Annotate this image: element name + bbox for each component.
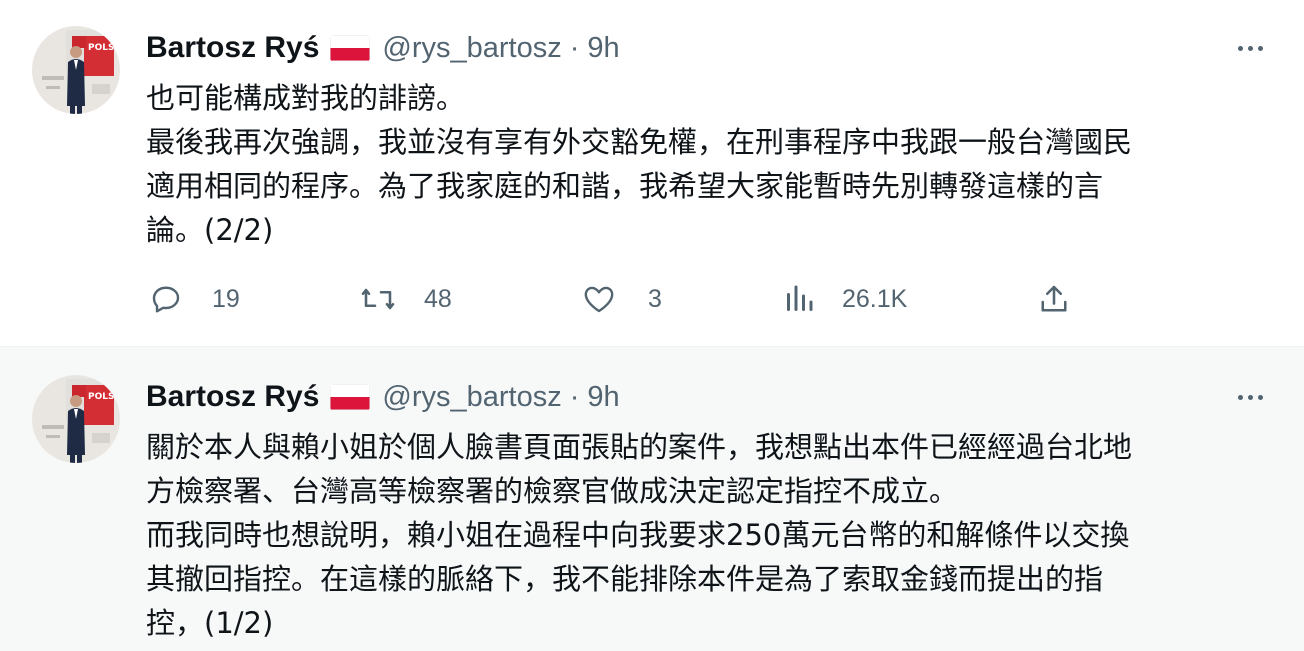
retweet-count: 48 <box>424 284 452 313</box>
tweet-text: 也可能構成對我的誹謗。 最後我再次強調，我並沒有享有外交豁免權，在刑事程序中我跟… <box>146 76 1276 252</box>
more-icon[interactable] <box>1228 28 1272 68</box>
author-name[interactable]: Bartosz Ryś <box>146 31 319 65</box>
views-button[interactable]: 26.1K <box>784 278 907 320</box>
retweet-icon <box>361 288 395 310</box>
poland-flag-icon <box>330 384 371 410</box>
views-count: 26.1K <box>842 284 908 313</box>
svg-text:POLS: POLS <box>88 43 114 53</box>
timestamp[interactable]: 9h <box>587 32 619 65</box>
share-icon <box>1041 285 1067 312</box>
separator-dot: · <box>569 31 580 64</box>
tweet-text-line: 其撤回指控。在這樣的脈絡下，我不能排除本件是為了索取金錢而提出的指 <box>146 562 1104 596</box>
tweet-text-line: 也可能構成對我的誹謗。 <box>146 81 466 115</box>
like-count: 3 <box>648 284 662 313</box>
avatar[interactable]: POLS <box>32 375 120 463</box>
action-bar: 19 48 3 26.1K <box>146 278 1146 320</box>
tweet[interactable]: POLS Bartosz Ryś @rys_bartosz · 9h 關於本人與… <box>0 347 1304 651</box>
tweet-text-line: 而我同時也想說明，賴小姐在過程中向我要求250萬元台幣的和解條件以交換 <box>146 518 1130 552</box>
like-icon <box>584 286 614 313</box>
tweet-header: Bartosz Ryś @rys_bartosz · 9h <box>146 377 620 417</box>
tweet-text-line: 控，(1/2) <box>146 606 274 640</box>
reply-count: 19 <box>212 284 240 313</box>
more-icon[interactable] <box>1228 377 1272 417</box>
views-icon <box>787 285 813 311</box>
poland-flag-icon <box>330 35 371 61</box>
tweet-text-line: 論。(2/2) <box>146 213 274 247</box>
tweet-text-line: 關於本人與賴小姐於個人臉書頁面張貼的案件，我想點出本件已經經過台北地 <box>146 430 1133 464</box>
avatar[interactable]: POLS <box>32 26 120 114</box>
author-name[interactable]: Bartosz Ryś <box>146 380 319 414</box>
tweet-header: Bartosz Ryś @rys_bartosz · 9h <box>146 28 620 68</box>
retweet-button[interactable]: 48 <box>358 278 452 320</box>
reply-icon <box>152 286 180 313</box>
reply-button[interactable]: 19 <box>148 278 240 320</box>
tweet-text: 關於本人與賴小姐於個人臉書頁面張貼的案件，我想點出本件已經經過台北地 方檢察署、… <box>146 425 1276 645</box>
tweet-text-line: 適用相同的程序。為了我家庭的和諧，我希望大家能暫時先別轉發這樣的言 <box>146 169 1104 203</box>
author-handle[interactable]: @rys_bartosz <box>382 381 561 414</box>
tweet-text-line: 方檢察署、台灣高等檢察署的檢察官做成決定認定指控不成立。 <box>146 474 959 508</box>
tweet-text-line: 最後我再次強調，我並沒有享有外交豁免權，在刑事程序中我跟一般台灣國民 <box>146 125 1133 159</box>
timestamp[interactable]: 9h <box>587 381 619 414</box>
like-button[interactable]: 3 <box>580 278 662 320</box>
separator-dot: · <box>569 380 580 413</box>
author-handle[interactable]: @rys_bartosz <box>382 32 561 65</box>
svg-text:POLS: POLS <box>88 392 114 402</box>
share-button[interactable] <box>1036 278 1072 320</box>
tweet[interactable]: POLS Bartosz Ryś @rys_bartosz · 9h 也可能構成… <box>0 0 1304 347</box>
